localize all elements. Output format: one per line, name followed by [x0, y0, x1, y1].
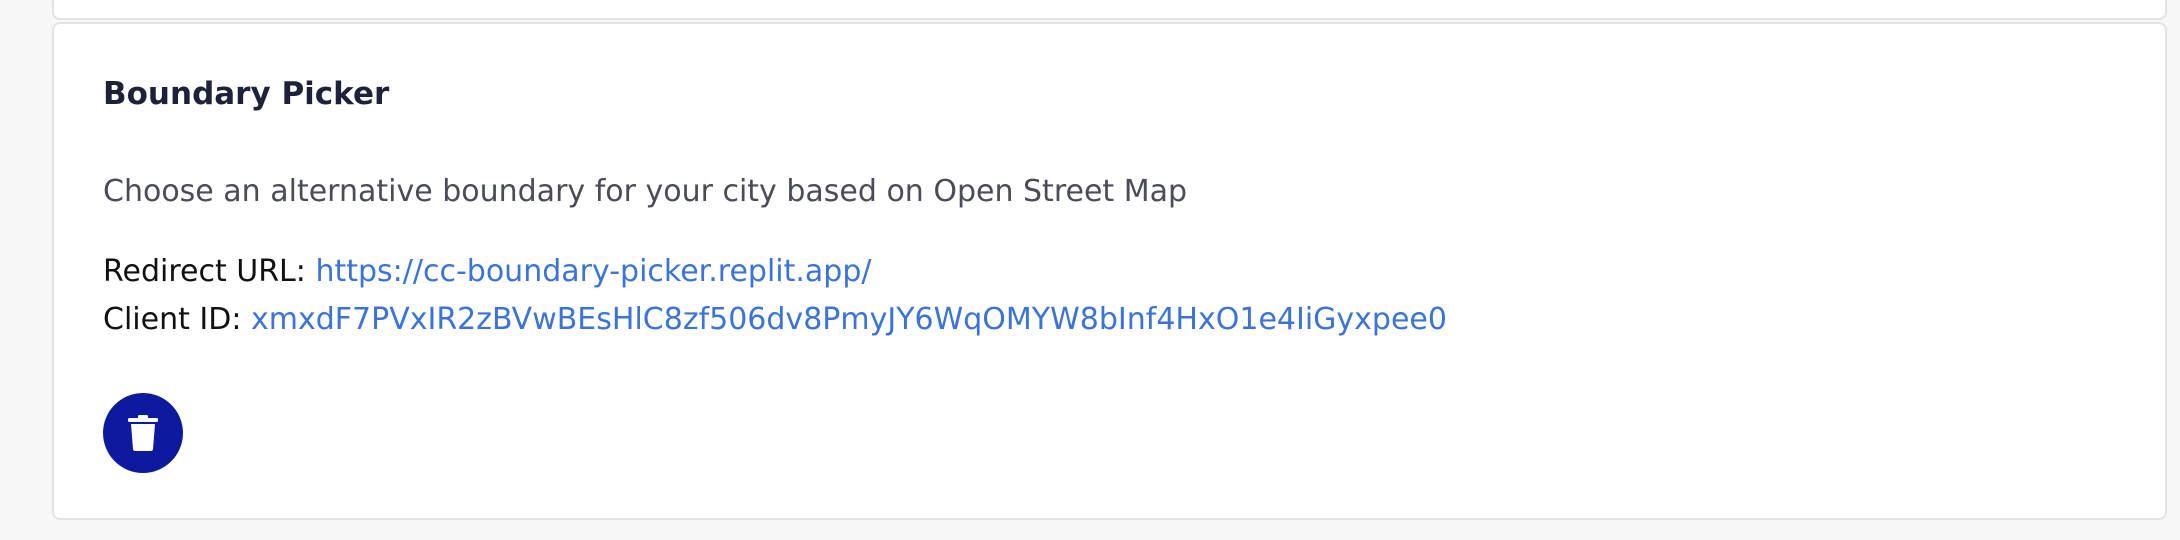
- page: Boundary Picker Choose an alternative bo…: [0, 0, 2180, 540]
- redirect-url-row: Redirect URL: https://cc-boundary-picker…: [103, 254, 872, 289]
- card-title: Boundary Picker: [103, 76, 390, 112]
- redirect-url-label: Redirect URL:: [103, 254, 306, 289]
- client-id-value[interactable]: xmxdF7PVxIR2zBVwBEsHlC8zf506dv8PmyJY6WqO…: [251, 302, 1447, 337]
- trash-icon: [128, 415, 158, 451]
- redirect-url-link[interactable]: https://cc-boundary-picker.replit.app/: [315, 254, 871, 289]
- boundary-picker-card: Boundary Picker Choose an alternative bo…: [52, 22, 2167, 520]
- delete-button[interactable]: [103, 393, 183, 473]
- client-id-label: Client ID:: [103, 302, 242, 337]
- previous-card: [52, 0, 2167, 20]
- card-description: Choose an alternative boundary for your …: [103, 174, 1188, 209]
- client-id-row: Client ID: xmxdF7PVxIR2zBVwBEsHlC8zf506d…: [103, 302, 1447, 337]
